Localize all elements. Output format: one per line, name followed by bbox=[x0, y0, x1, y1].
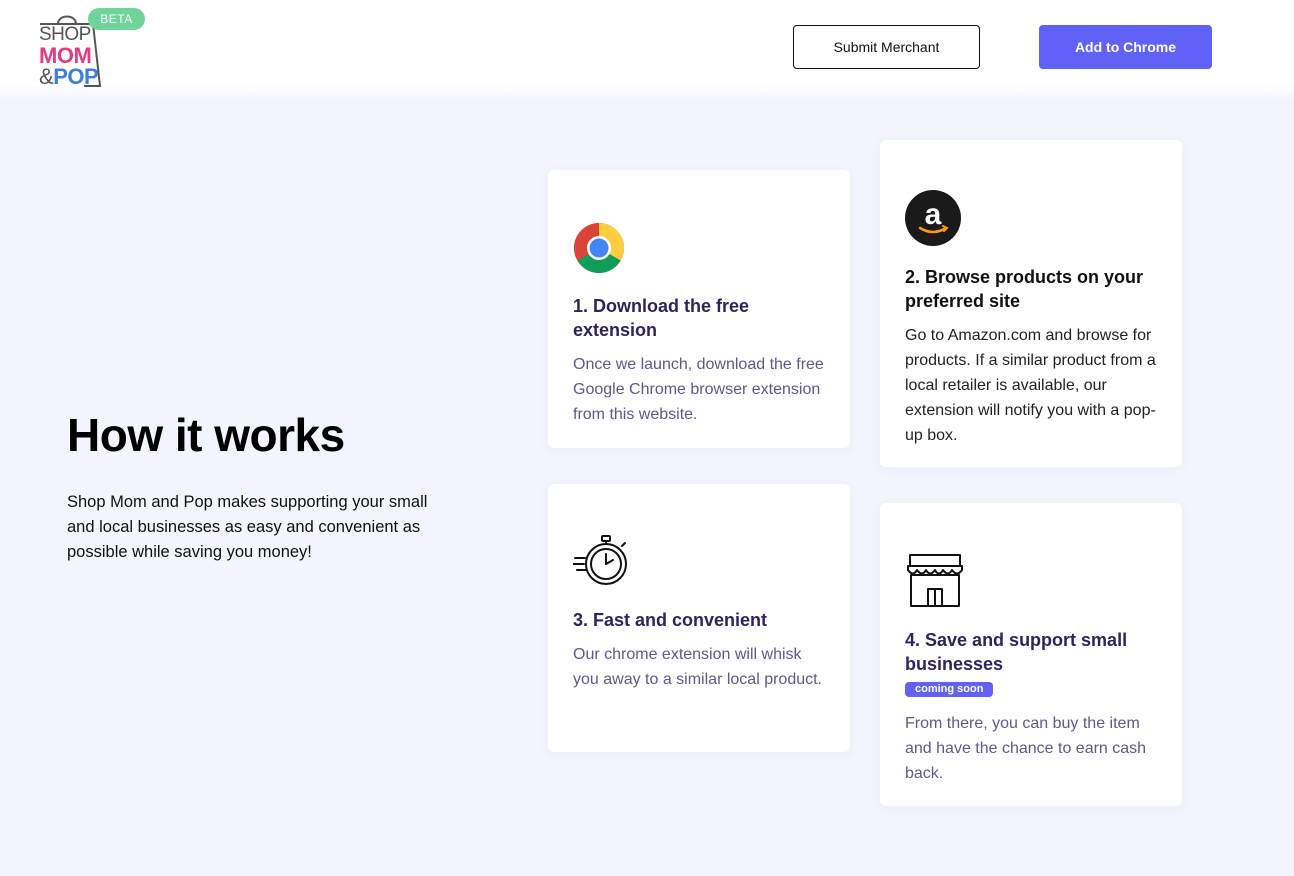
logo[interactable]: SHOP MOM &POP BETA bbox=[36, 8, 148, 92]
step-description: Once we launch, download the free Google… bbox=[573, 356, 824, 423]
step-card-download: 1. Download the free extension Once we l… bbox=[548, 170, 850, 448]
logo-pop-row: &POP bbox=[39, 64, 99, 89]
step-card-browse: a 2. Browse products on your preferred s… bbox=[880, 140, 1182, 467]
step-description: Our chrome extension will whisk you away… bbox=[573, 646, 822, 688]
step-description: From there, you can buy the item and hav… bbox=[905, 715, 1147, 782]
logo-wordmark: SHOP MOM &POP bbox=[39, 24, 99, 89]
amazon-icon: a bbox=[905, 190, 961, 246]
step-description: Go to Amazon.com and browse for products… bbox=[905, 327, 1156, 444]
chrome-icon bbox=[574, 223, 624, 273]
section-description: Shop Mom and Pop makes supporting your s… bbox=[67, 493, 428, 561]
logo-ampersand: & bbox=[39, 64, 54, 89]
coming-soon-badge: coming soon bbox=[905, 682, 994, 697]
header: SHOP MOM &POP BETA Submit Merchant Add t… bbox=[0, 0, 1294, 100]
svg-text:a: a bbox=[925, 198, 942, 231]
step-card-fast: 3. Fast and convenient Our chrome extens… bbox=[548, 484, 850, 752]
beta-badge: BETA bbox=[88, 8, 145, 30]
logo-pop: POP bbox=[53, 64, 99, 89]
how-it-works-intro: How it works Shop Mom and Pop makes supp… bbox=[67, 408, 447, 565]
step-title: 2. Browse products on your preferred sit… bbox=[905, 267, 1144, 311]
step-card-save: 4. Save and support small businesses com… bbox=[880, 503, 1182, 806]
step-title: 1. Download the free extension bbox=[573, 296, 750, 340]
step-title: 3. Fast and convenient bbox=[573, 610, 768, 630]
submit-merchant-button[interactable]: Submit Merchant bbox=[793, 25, 980, 69]
add-to-chrome-button[interactable]: Add to Chrome bbox=[1039, 25, 1212, 69]
stopwatch-icon bbox=[573, 535, 627, 585]
logo-mom: MOM bbox=[39, 43, 92, 68]
step-title: 4. Save and support small businesses bbox=[905, 630, 1128, 674]
section-title: How it works bbox=[67, 409, 345, 461]
logo-shop: SHOP bbox=[39, 24, 91, 45]
storefront-icon bbox=[907, 554, 963, 607]
